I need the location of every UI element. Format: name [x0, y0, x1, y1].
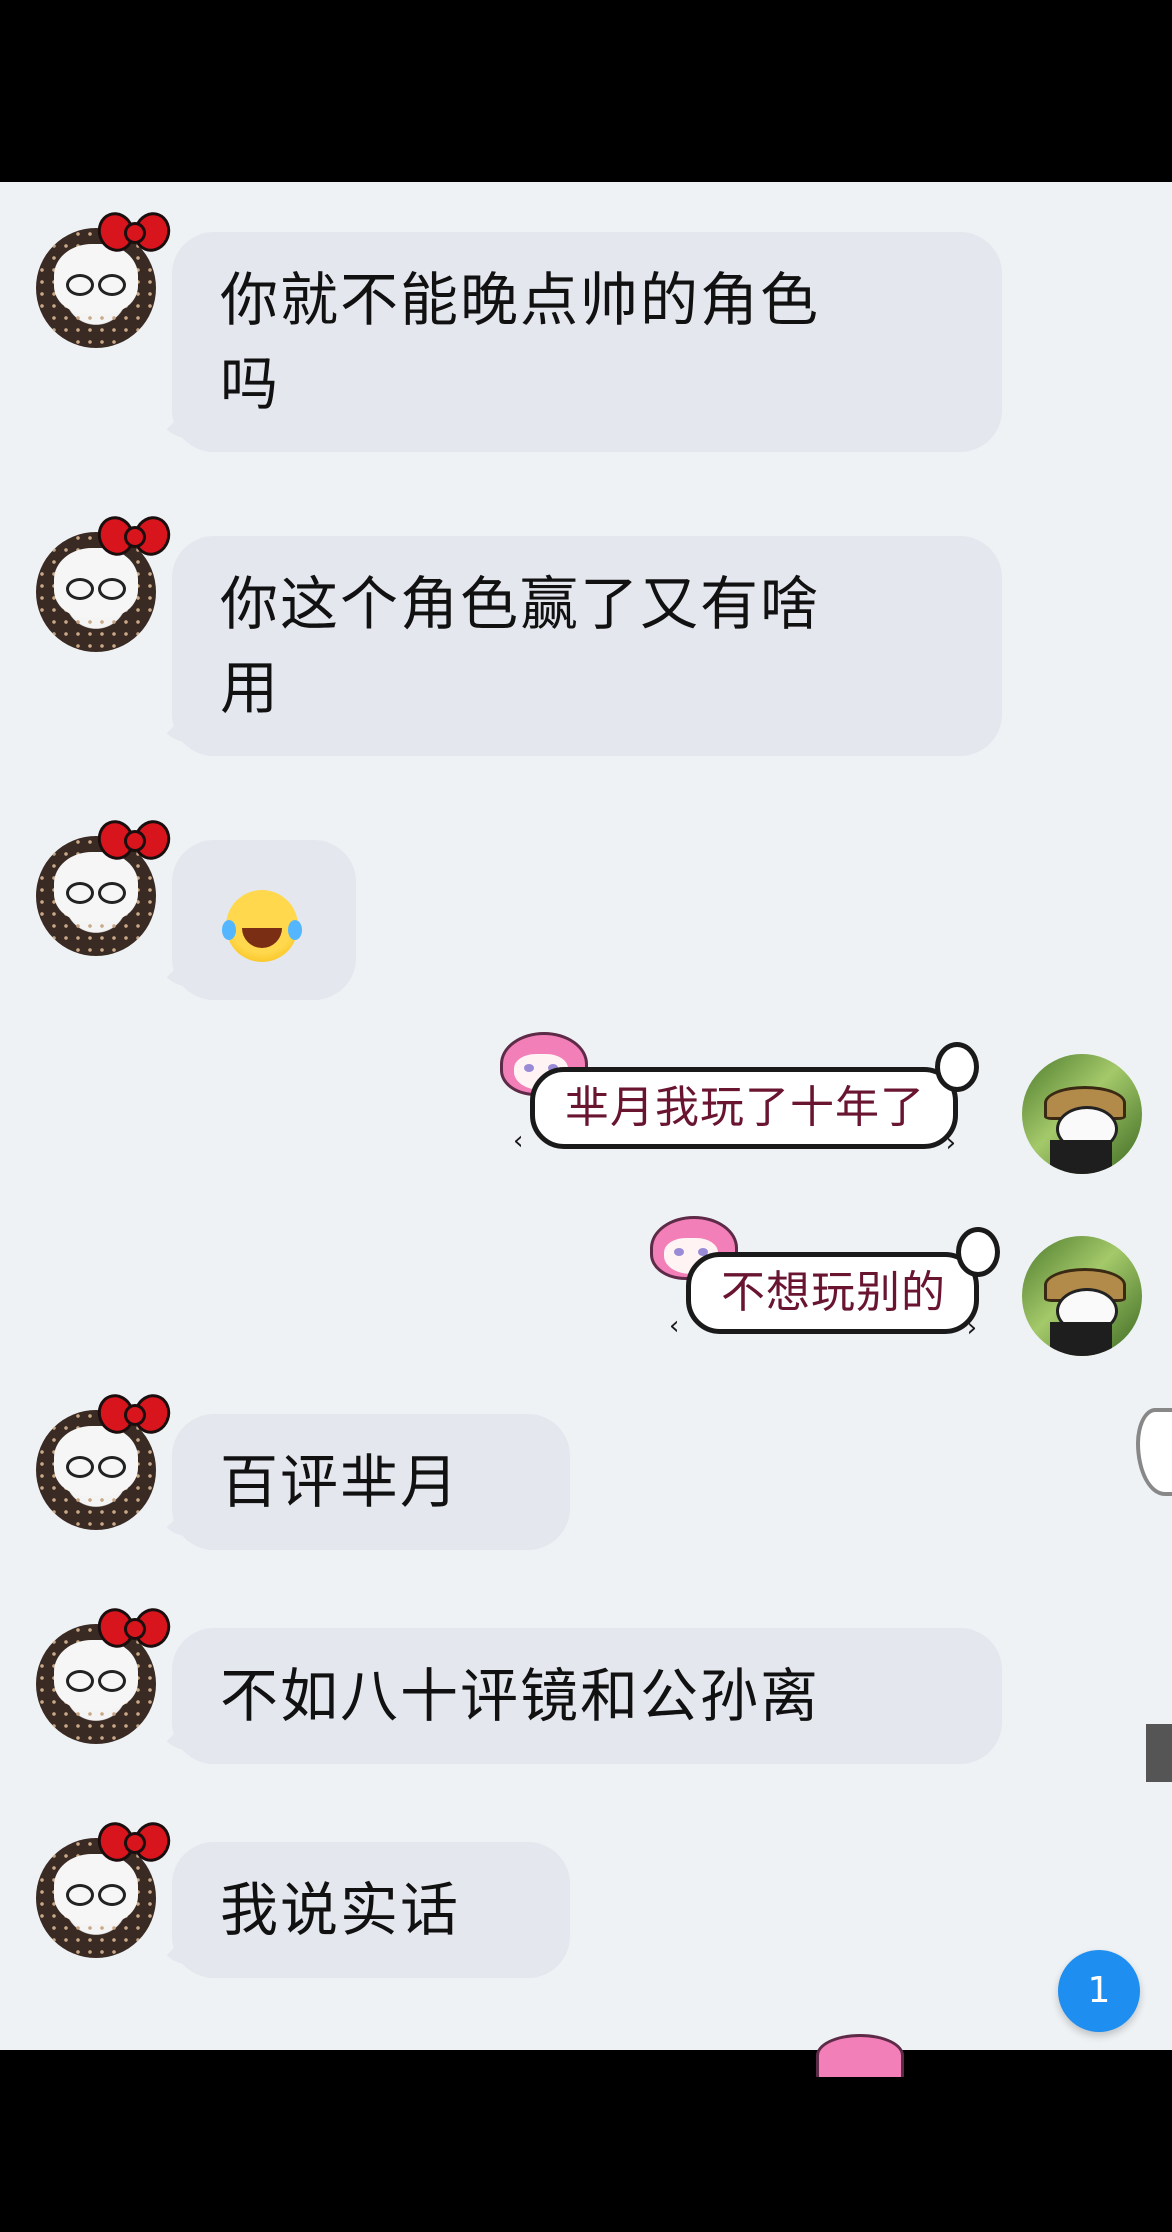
glasses-icon — [66, 1456, 126, 1478]
message-text: 芈月我玩了十年了 — [565, 1082, 925, 1133]
message-text: 百评芈月 — [220, 1448, 461, 1516]
message-bubble-outgoing[interactable]: 芈月我玩了十年了 ‹ › — [513, 1042, 979, 1156]
sticker-fragment — [1136, 1408, 1172, 1496]
contact-avatar[interactable] — [36, 815, 176, 956]
book-icon — [1050, 1140, 1112, 1174]
message-text-line: 吗 — [220, 350, 281, 418]
message-bubble-incoming[interactable]: 你就不能晚点帅的角色 吗 — [172, 232, 1002, 452]
message-bubble-incoming[interactable]: 百评芈月 — [172, 1414, 570, 1550]
glasses-icon — [66, 1670, 126, 1692]
glasses-icon — [66, 274, 126, 296]
contact-avatar[interactable] — [36, 1603, 176, 1744]
message-text: 我说实话 — [220, 1876, 461, 1944]
sticker-fragment — [1146, 1724, 1172, 1782]
bow-icon — [92, 510, 176, 562]
message-bubble-incoming[interactable] — [172, 840, 356, 1000]
laughing-tears-emoji-icon — [222, 889, 298, 962]
user-avatar[interactable] — [1022, 1236, 1142, 1356]
glasses-icon — [66, 578, 126, 600]
message-text-line: 你就不能晚点帅的角色 — [220, 266, 821, 334]
glasses-icon — [66, 1884, 126, 1906]
book-icon — [1050, 1322, 1112, 1356]
message-bubble-incoming[interactable]: 我说实话 — [172, 1842, 570, 1978]
contact-avatar[interactable] — [36, 207, 176, 348]
contact-avatar[interactable] — [36, 511, 176, 652]
message-bubble-incoming[interactable]: 不如八十评镜和公孙离 — [172, 1628, 1002, 1764]
contact-avatar[interactable] — [36, 1817, 176, 1958]
user-avatar[interactable] — [1022, 1054, 1142, 1174]
bow-icon — [92, 1602, 176, 1654]
message-bubble-outgoing[interactable]: 不想玩别的 ‹ › — [669, 1227, 1000, 1341]
contact-avatar[interactable] — [36, 1389, 176, 1530]
chat-area[interactable]: 你就不能晚点帅的角色 吗 你这个角色赢了又有啥 用 芈月我玩了十年了 ‹ › 不… — [0, 182, 1172, 2050]
glasses-icon — [66, 882, 126, 904]
message-bubble-incoming[interactable]: 你这个角色赢了又有啥 用 — [172, 536, 1002, 756]
bow-icon — [92, 206, 176, 258]
message-text: 不如八十评镜和公孙离 — [220, 1662, 821, 1730]
unread-count-badge[interactable]: 1 — [1058, 1950, 1140, 2032]
bow-icon — [92, 814, 176, 866]
anime-girl-bubble-decoration — [816, 2034, 904, 2077]
message-text-line: 用 — [220, 654, 281, 722]
bow-icon — [92, 1388, 176, 1440]
bow-icon — [92, 1816, 176, 1868]
message-text-line: 你这个角色赢了又有啥 — [220, 570, 821, 638]
message-text: 不想玩别的 — [721, 1267, 946, 1318]
